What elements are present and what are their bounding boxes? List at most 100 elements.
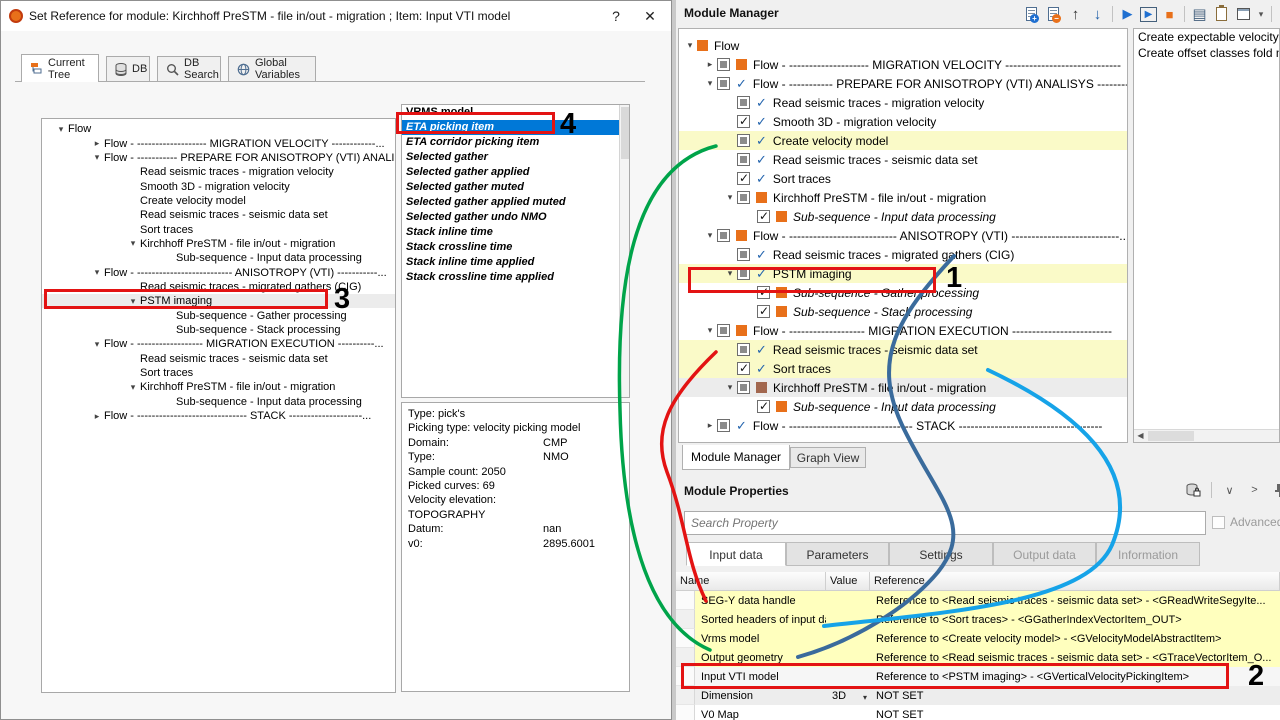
module-tree-item[interactable]: Sub-sequence - Input data processing bbox=[679, 207, 1127, 226]
chevron-right-icon[interactable]: > bbox=[1245, 481, 1264, 500]
property-row[interactable]: Output geometryReference to <Read seismi… bbox=[676, 648, 1280, 667]
partial-checkbox[interactable] bbox=[717, 77, 730, 90]
list-item[interactable]: VRMS model bbox=[402, 105, 629, 120]
checked-checkbox[interactable] bbox=[737, 362, 750, 375]
tree-item[interactable]: Sub-sequence - Input data processing bbox=[42, 395, 395, 409]
column-header-value[interactable]: Value bbox=[826, 572, 870, 591]
checked-checkbox[interactable] bbox=[757, 305, 770, 318]
advanced-checkbox[interactable]: Advanced bbox=[1212, 515, 1280, 529]
list-item[interactable]: Stack inline time applied bbox=[402, 255, 629, 270]
collapse-icon[interactable]: ▾ bbox=[703, 230, 717, 241]
tab-graph-view[interactable]: Graph View bbox=[790, 447, 866, 468]
partial-checkbox[interactable] bbox=[717, 58, 730, 71]
tree-item[interactable]: ▾PSTM imaging bbox=[42, 294, 395, 308]
tree-item[interactable]: Create velocity model bbox=[42, 194, 395, 208]
partial-checkbox[interactable] bbox=[737, 134, 750, 147]
property-row[interactable]: Dimension3D▾NOT SET bbox=[676, 686, 1280, 705]
module-tree-item[interactable]: ✓Read seismic traces - seismic data set bbox=[679, 150, 1127, 169]
run-icon[interactable]: ▶ bbox=[1118, 5, 1137, 24]
checkbox-box[interactable] bbox=[1212, 516, 1225, 529]
row-selector[interactable] bbox=[676, 629, 695, 648]
checked-checkbox[interactable] bbox=[757, 400, 770, 413]
clipboard-icon[interactable] bbox=[1212, 5, 1231, 24]
property-row[interactable]: V0 MapNOT SET bbox=[676, 705, 1280, 720]
collapse-icon[interactable]: ▾ bbox=[54, 124, 68, 135]
move-down-icon[interactable]: ↓ bbox=[1088, 5, 1107, 24]
tab-input-data[interactable]: Input data bbox=[686, 542, 786, 566]
module-tree-item[interactable]: ✓Create velocity model bbox=[679, 131, 1127, 150]
row-selector[interactable] bbox=[676, 610, 695, 629]
module-tree-item[interactable]: ✓Sort traces bbox=[679, 359, 1127, 378]
item-list-panel[interactable]: VRMS modelETA picking itemETA corridor p… bbox=[401, 104, 630, 398]
module-tree-item[interactable]: ✓Sort traces bbox=[679, 169, 1127, 188]
list-item[interactable]: Selected gather applied bbox=[402, 165, 629, 180]
tree-item[interactable]: Sub-sequence - Input data processing bbox=[42, 251, 395, 265]
property-row[interactable]: SEG-Y data handleReference to <Read seis… bbox=[676, 591, 1280, 610]
partial-checkbox[interactable] bbox=[737, 248, 750, 261]
move-up-icon[interactable]: ↑ bbox=[1066, 5, 1085, 24]
close-button[interactable]: ✕ bbox=[635, 5, 665, 27]
expand-icon[interactable]: ▸ bbox=[90, 138, 104, 149]
tab-module-manager[interactable]: Module Manager bbox=[682, 445, 790, 470]
module-tree-item[interactable]: ▾Flow bbox=[679, 36, 1127, 55]
help-button[interactable]: ? bbox=[601, 5, 631, 27]
module-tree-item[interactable]: ▸Flow - -------------------- MIGRATION V… bbox=[679, 55, 1127, 74]
partial-checkbox[interactable] bbox=[737, 153, 750, 166]
module-tree-item[interactable]: ▾Kirchhoff PreSTM - file in/out - migrat… bbox=[679, 378, 1127, 397]
row-selector[interactable] bbox=[676, 686, 695, 705]
search-input[interactable] bbox=[684, 511, 1206, 535]
tree-item[interactable]: ▾Kirchhoff PreSTM - file in/out - migrat… bbox=[42, 380, 395, 394]
tree-item[interactable]: ▾Flow - ----------- PREPARE FOR ANISOTRO… bbox=[42, 151, 395, 165]
tree-item[interactable]: Sort traces bbox=[42, 222, 395, 236]
module-tree-item[interactable]: ▾Flow - --------------------------- ANIS… bbox=[679, 226, 1127, 245]
partial-checkbox[interactable] bbox=[737, 381, 750, 394]
table-header[interactable]: NameValueReference bbox=[676, 572, 1280, 591]
property-row[interactable]: Vrms modelReference to <Create velocity … bbox=[676, 629, 1280, 648]
collapse-icon[interactable]: ▾ bbox=[723, 382, 737, 393]
property-row[interactable]: Sorted headers of input dataReference to… bbox=[676, 610, 1280, 629]
tab-db-search[interactable]: DB Search bbox=[157, 56, 221, 81]
module-tree-item[interactable]: ▾Flow - ------------------- MIGRATION EX… bbox=[679, 321, 1127, 340]
checked-checkbox[interactable] bbox=[757, 286, 770, 299]
dropdown-caret-icon[interactable]: ▾ bbox=[863, 693, 867, 702]
tree-item[interactable]: Sub-sequence - Stack processing bbox=[42, 323, 395, 337]
tree-item[interactable]: Read seismic traces - seismic data set bbox=[42, 352, 395, 366]
tree-item[interactable]: Sort traces bbox=[42, 366, 395, 380]
partial-checkbox[interactable] bbox=[737, 343, 750, 356]
partial-checkbox[interactable] bbox=[737, 96, 750, 109]
expand-icon[interactable]: ▸ bbox=[703, 59, 717, 70]
partial-checkbox[interactable] bbox=[737, 267, 750, 280]
collapse-icon[interactable]: ▾ bbox=[723, 192, 737, 203]
collapse-icon[interactable]: ▾ bbox=[126, 238, 140, 249]
module-tree-item[interactable]: ▾Kirchhoff PreSTM - file in/out - migrat… bbox=[679, 188, 1127, 207]
remove-module-icon[interactable]: − bbox=[1044, 5, 1063, 24]
list-item[interactable]: ETA corridor picking item bbox=[402, 135, 629, 150]
row-selector[interactable] bbox=[676, 705, 695, 720]
list-scrollbar[interactable] bbox=[619, 105, 629, 397]
db-lock-icon[interactable] bbox=[1184, 481, 1203, 500]
module-tree-item[interactable]: ✓Read seismic traces - seismic data set bbox=[679, 340, 1127, 359]
tab-db[interactable]: DB bbox=[106, 56, 150, 81]
module-manager-tree[interactable]: ▾Flow▸Flow - -------------------- MIGRAT… bbox=[678, 28, 1128, 443]
collapse-icon[interactable]: ▾ bbox=[90, 152, 104, 163]
expand-icon[interactable]: ▸ bbox=[703, 420, 717, 431]
property-value[interactable] bbox=[826, 667, 870, 686]
tab-information[interactable]: Information bbox=[1096, 542, 1200, 566]
scroll-thumb[interactable] bbox=[1148, 431, 1194, 441]
partial-checkbox[interactable] bbox=[717, 419, 730, 432]
row-selector[interactable] bbox=[676, 648, 695, 667]
tree-item[interactable]: Smooth 3D - migration velocity bbox=[42, 179, 395, 193]
checked-checkbox[interactable] bbox=[737, 172, 750, 185]
row-selector[interactable] bbox=[676, 667, 695, 686]
chevron-down-icon[interactable]: ∨ bbox=[1220, 481, 1239, 500]
module-tree-item[interactable]: ✓Smooth 3D - migration velocity bbox=[679, 112, 1127, 131]
expand-icon[interactable]: ▸ bbox=[90, 411, 104, 422]
log-icon[interactable]: ▤ bbox=[1190, 5, 1209, 24]
row-selector[interactable] bbox=[676, 591, 695, 610]
collapse-icon[interactable]: ▾ bbox=[126, 382, 140, 393]
add-module-icon[interactable]: + bbox=[1022, 5, 1041, 24]
window-caret-icon[interactable]: ▾ bbox=[1256, 5, 1266, 24]
partial-checkbox[interactable] bbox=[737, 191, 750, 204]
property-value[interactable] bbox=[826, 648, 870, 667]
list-item[interactable]: Stack inline time bbox=[402, 225, 629, 240]
